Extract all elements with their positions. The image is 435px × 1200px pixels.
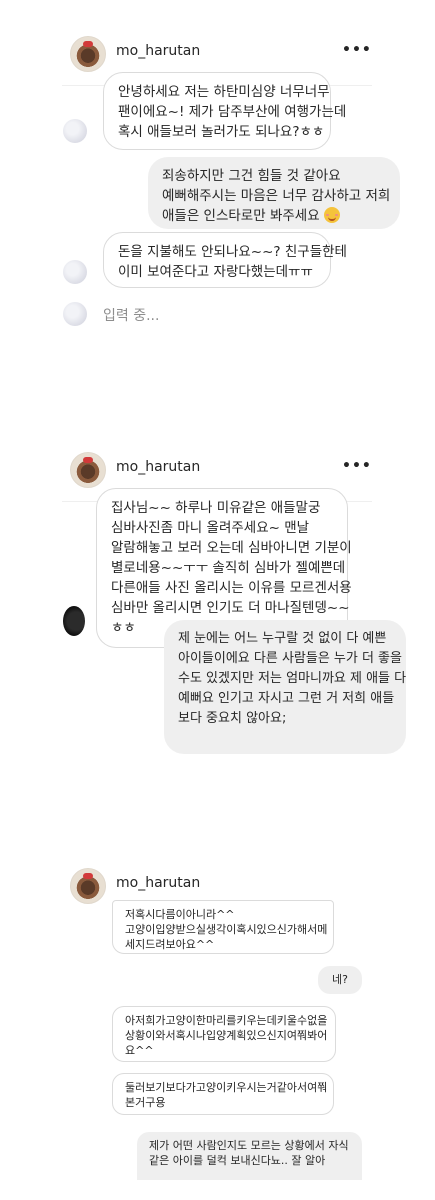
message-bubble: 안녕하세요 저는 하탄미심양 너무너무 팬이에요~! 제가 담주부산에 여행가는… bbox=[103, 72, 346, 150]
sender-avatar bbox=[63, 606, 85, 636]
avatar[interactable] bbox=[70, 868, 106, 904]
more-options-icon[interactable]: ••• bbox=[342, 458, 372, 474]
message-bubble: 죄송하지만 그건 힘들 것 같아요 예뻐해주시는 마음은 너무 감사하고 저희 … bbox=[148, 157, 400, 229]
message-bubble: 둘러보기보다가고양이키우시는거같아서여쭤 본거구용 bbox=[112, 1073, 334, 1115]
message-bubble: 저혹시다름이아니라^^ 고양이입양받으실생각이혹시있으신가해서메 세지드려보아요… bbox=[112, 900, 334, 954]
chat-header: mo_harutan ••• bbox=[0, 446, 435, 494]
avatar[interactable] bbox=[70, 36, 106, 72]
username[interactable]: mo_harutan bbox=[116, 875, 200, 891]
message-bubble: 네? bbox=[318, 966, 362, 994]
username[interactable]: mo_harutan bbox=[116, 459, 200, 475]
message-bubble: 제가 어떤 사람인지도 모르는 상황에서 자식 같은 아이를 덜컥 보내신다뇨.… bbox=[137, 1132, 362, 1180]
message-bubble: 돈을 지불해도 안되나요~~? 친구들한테 이미 보여준다고 자랑다했는데ㅠㅠ bbox=[103, 232, 347, 288]
chat-panel-3: mo_harutan 저혹시다름이아니라^^ 고양이입양받으실생각이혹시있으신가… bbox=[0, 862, 435, 1200]
sender-avatar bbox=[63, 119, 87, 143]
chat-panel-1: mo_harutan ••• 안녕하세요 저는 하탄미심양 너무너무 팬이에요~… bbox=[0, 30, 435, 350]
sender-avatar bbox=[63, 302, 87, 326]
chat-header: mo_harutan ••• bbox=[0, 30, 435, 78]
typing-indicator: 입력 중... bbox=[103, 308, 160, 324]
message-bubble: 아저희가고양이한마리를키우는데키울수없을 상황이와서혹시나입양계획있으신지여쭤봐… bbox=[112, 1006, 336, 1062]
smiling-face-emoji bbox=[323, 207, 340, 223]
username[interactable]: mo_harutan bbox=[116, 43, 200, 59]
more-options-icon[interactable]: ••• bbox=[342, 42, 372, 58]
sender-avatar bbox=[63, 260, 87, 284]
chat-panel-2: mo_harutan ••• 집사님~~ 하루나 미유같은 애들말궁 심바사진좀… bbox=[0, 446, 435, 766]
message-bubble: 제 눈에는 어느 누구랄 것 없이 다 예쁜 아이들이에요 다른 사람들은 누가… bbox=[164, 620, 406, 754]
avatar[interactable] bbox=[70, 452, 106, 488]
